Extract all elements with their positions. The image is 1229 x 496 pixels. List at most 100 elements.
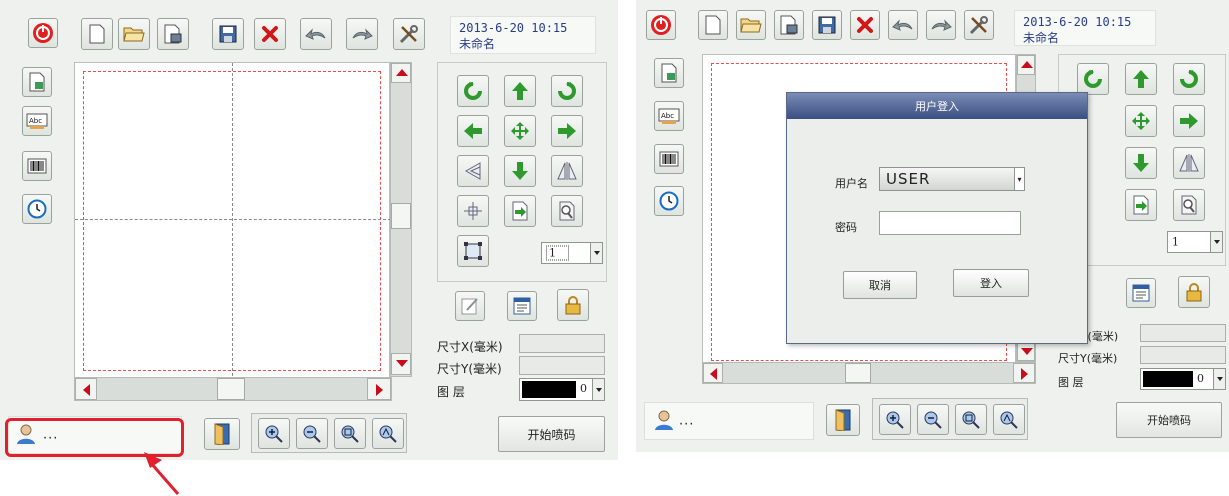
image-file-icon (661, 63, 677, 83)
magnify-page-icon (1181, 195, 1197, 215)
user-name-text: ... (679, 413, 695, 429)
arrow-down-icon (1021, 348, 1033, 355)
arrow-up-green-icon (1133, 70, 1149, 88)
size-y-field[interactable] (1140, 346, 1226, 364)
zoom-fit-all-button[interactable] (993, 404, 1025, 435)
horizontal-scrollbar[interactable] (702, 362, 1036, 384)
new-file-button[interactable] (698, 10, 728, 40)
move-right-button[interactable] (1173, 105, 1205, 137)
mirror-icon (1179, 154, 1199, 172)
scroll-left-button[interactable] (703, 363, 723, 383)
password-input[interactable] (879, 211, 1021, 235)
user-status-bar[interactable]: ... (644, 402, 814, 440)
properties-button[interactable] (1126, 278, 1156, 308)
save-as-button[interactable] (774, 10, 804, 40)
arrow-right-green-icon (1180, 113, 1198, 129)
svg-text:Abc: Abc (661, 112, 674, 120)
center-button[interactable] (1125, 105, 1157, 137)
layer-label: 图 层 (1058, 376, 1084, 389)
power-icon (651, 15, 671, 35)
zoom-actual-button[interactable] (955, 404, 987, 435)
zoom-fit-button[interactable] (1173, 189, 1205, 221)
add-barcode-button[interactable] (654, 144, 684, 174)
rotate-cw-icon (1180, 70, 1198, 88)
username-label: 用户名 (835, 177, 868, 190)
zoom-in-icon (886, 411, 904, 429)
arrow-right-icon (1021, 368, 1028, 380)
zoom-out-icon (924, 411, 942, 429)
mirror-button[interactable] (1173, 147, 1205, 179)
exit-door-button[interactable] (826, 404, 860, 436)
barcode-icon (659, 151, 679, 167)
move-down-button[interactable] (1125, 147, 1157, 179)
undo-button[interactable] (888, 10, 918, 40)
annotation-arrow (144, 452, 180, 495)
move-up-button[interactable] (1125, 63, 1157, 95)
rotate-ccw-button[interactable] (1077, 63, 1109, 95)
add-time-button[interactable] (654, 186, 684, 216)
new-file-icon (705, 15, 721, 35)
step-select[interactable]: 1 (1167, 231, 1223, 253)
right-screen: 2013-6-20 10:15 未命名 Abc 1 尺寸X(毫米) 尺寸Y(毫米… (636, 0, 1229, 452)
size-x-field[interactable] (1140, 324, 1226, 342)
layer-select-value: 0 (1197, 372, 1204, 385)
delete-icon (857, 17, 873, 33)
tools-icon (969, 16, 988, 35)
rotate-cw-button[interactable] (1173, 63, 1205, 95)
password-label: 密码 (835, 221, 857, 234)
folder-open-icon (740, 18, 762, 33)
text-abc-icon: Abc (658, 108, 680, 124)
step-select-value: 1 (1172, 235, 1179, 249)
arrow-up-icon (1021, 61, 1033, 68)
chevron-down-icon (1210, 232, 1222, 252)
settings-button[interactable] (964, 10, 994, 40)
start-print-button[interactable]: 开始喷码 (1116, 402, 1222, 438)
save-button[interactable] (812, 10, 842, 40)
redo-button[interactable] (926, 10, 956, 40)
user-avatar-icon (655, 410, 673, 430)
login-dialog-title: 用户登入 (787, 93, 1087, 119)
datetime-box: 2013-6-20 10:15 未命名 (1014, 10, 1156, 46)
power-button[interactable] (646, 10, 676, 40)
delete-button[interactable] (850, 10, 880, 40)
rotate-ccw-icon (1084, 70, 1102, 88)
datetime-text: 2013-6-20 10:15 (1023, 15, 1132, 29)
zoom-actual-icon (962, 411, 980, 429)
clock-icon (659, 191, 679, 211)
import-button[interactable] (1125, 189, 1157, 221)
zoom-fit-icon (1000, 411, 1018, 429)
login-button[interactable]: 登入 (953, 269, 1029, 297)
layer-color-swatch (1143, 371, 1193, 387)
scroll-up-button[interactable] (1017, 55, 1035, 75)
horizontal-scroll-thumb[interactable] (845, 363, 871, 383)
add-image-button[interactable] (654, 58, 684, 88)
add-text-button[interactable]: Abc (654, 101, 684, 131)
username-select-value: USER (886, 170, 931, 188)
layer-select[interactable]: 0 (1140, 368, 1226, 390)
redo-icon (931, 19, 952, 31)
scroll-right-button[interactable] (1013, 363, 1035, 383)
filename-text: 未命名 (1023, 31, 1060, 45)
cancel-button[interactable]: 取消 (843, 271, 917, 299)
undo-icon (892, 19, 913, 31)
open-file-button[interactable] (736, 10, 766, 40)
chevron-down-icon: ▾ (1014, 168, 1024, 190)
properties-icon (1132, 284, 1150, 302)
lock-button[interactable] (1178, 276, 1210, 308)
size-y-label: 尺寸Y(毫米) (1058, 352, 1118, 365)
arrow-down-green-icon (1133, 154, 1149, 172)
zoom-in-button[interactable] (879, 404, 911, 435)
lock-icon (1186, 283, 1202, 302)
zoom-toolbar (872, 398, 1028, 440)
username-select[interactable]: USER ▾ (879, 167, 1025, 191)
floppy-icon (818, 16, 836, 34)
import-icon (1133, 195, 1149, 215)
save-as-icon (780, 15, 798, 35)
chevron-down-icon (1213, 369, 1225, 389)
login-dialog: 用户登入 用户名 USER ▾ 密码 取消 登入 (786, 92, 1088, 344)
zoom-out-button[interactable] (917, 404, 949, 435)
move-all-icon (1132, 112, 1150, 130)
arrow-left-icon (710, 368, 717, 380)
scroll-down-button[interactable] (1017, 341, 1035, 361)
door-icon (835, 409, 851, 431)
